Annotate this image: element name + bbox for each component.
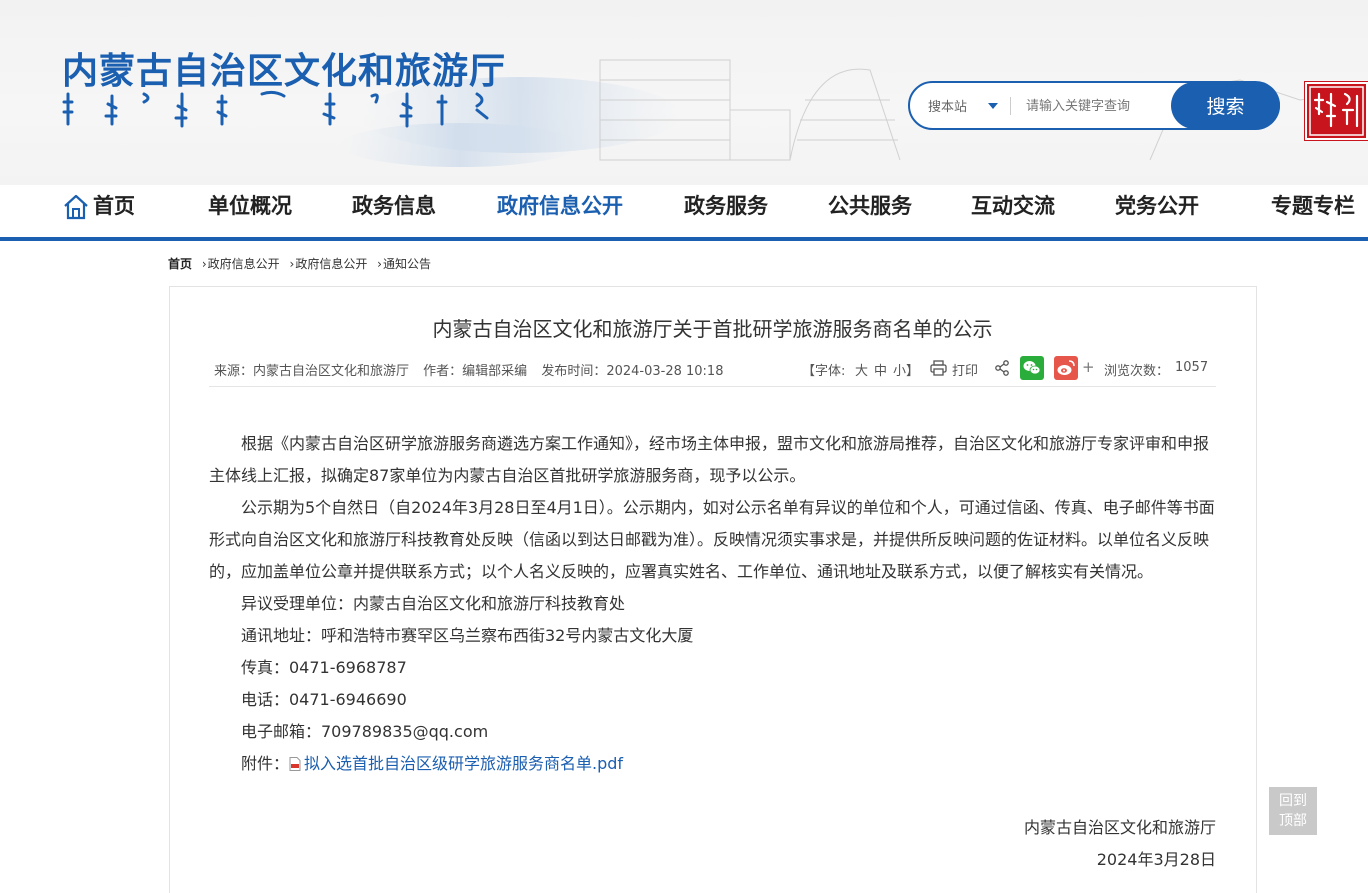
article-paragraph: 根据《内蒙古自治区研学旅游服务商遴选方案工作通知》，经市场主体申报，盟市文化和旅… (209, 434, 1210, 485)
back-to-top-button[interactable]: 回到 顶部 (1269, 787, 1317, 835)
attachment-label: 附件： (241, 754, 290, 773)
nav-item-public-services[interactable]: 公共服务 (828, 186, 912, 226)
breadcrumb-home[interactable]: 首页 (168, 257, 192, 271)
breadcrumb-separator: › (377, 257, 382, 271)
view-count: 1057 (1175, 360, 1209, 375)
printer-icon[interactable] (930, 360, 947, 376)
article-published-time: 发布时间：2024-03-28 10:18 (541, 364, 724, 379)
font-size-label-suffix: 】 (906, 364, 920, 379)
nav-item-info-disclosure[interactable]: 政府信息公开 (497, 186, 623, 226)
search-box: 搜本站 搜索 (908, 81, 1280, 130)
print-link[interactable]: 打印 (952, 360, 978, 379)
article-body: 根据《内蒙古自治区研学旅游服务商遴选方案工作通知》，经市场主体申报，盟市文化和旅… (209, 428, 1219, 780)
font-size-large[interactable]: 大 (855, 360, 868, 379)
search-divider (1010, 97, 1011, 115)
meta-divider (209, 386, 1216, 387)
font-size-small[interactable]: 小 (893, 360, 906, 379)
nav-item-interaction[interactable]: 互动交流 (971, 186, 1055, 226)
chevron-down-icon[interactable] (988, 103, 998, 109)
nav-item-home[interactable]: 首页 (93, 186, 135, 226)
article-signature: 内蒙古自治区文化和旅游厅 2024年3月28日 (1024, 812, 1216, 876)
article-paragraph: 公示期为5个自然日（自2024年3月28日至4月1日）。公示期内，如对公示名单有… (209, 498, 1215, 581)
attachment-row: 附件： 拟入选首批自治区级研学旅游服务商名单.pdf (209, 748, 1219, 780)
share-icon[interactable] (994, 360, 1010, 376)
breadcrumb-separator: › (289, 257, 295, 271)
article-paragraph: 通讯地址：呼和浩特市赛罕区乌兰察布西街32号内蒙古文化大厦 (241, 626, 694, 645)
article-paragraph: 异议受理单位：内蒙古自治区文化和旅游厅科技教育处 (241, 594, 626, 613)
search-scope-select[interactable]: 搜本站 (928, 96, 967, 115)
article-paragraph: 电话：0471-6946690 (241, 690, 407, 709)
nav-item-unit-overview[interactable]: 单位概况 (208, 186, 292, 226)
breadcrumb-item[interactable]: 政府信息公开 (208, 257, 280, 271)
share-more-plus[interactable]: + (1082, 358, 1095, 376)
breadcrumb-item[interactable]: 政府信息公开 (295, 257, 367, 271)
article-title: 内蒙古自治区文化和旅游厅关于首批研学旅游服务商名单的公示 (432, 317, 993, 341)
breadcrumb-item[interactable]: 通知公告 (383, 257, 431, 271)
mongolian-script-logo (62, 90, 489, 128)
back-to-top-line1: 回到 (1279, 793, 1307, 809)
nav-item-government-services[interactable]: 政务服务 (684, 186, 768, 226)
article-meta: 来源：内蒙古自治区文化和旅游厅 作者：编辑部采编 发布时间：2024-03-28… (214, 360, 733, 379)
signature-organization: 内蒙古自治区文化和旅游厅 (1023, 818, 1216, 837)
home-icon[interactable] (62, 193, 90, 221)
back-to-top-line2: 顶部 (1279, 813, 1307, 829)
attachment-link[interactable]: 拟入选首批自治区级研学旅游服务商名单.pdf (304, 754, 623, 773)
search-input[interactable] (1018, 92, 1168, 120)
view-count-label: 浏览次数： (1104, 364, 1170, 379)
nav-item-special-topics[interactable]: 专题专栏 (1271, 186, 1355, 226)
site-header: 内蒙古自治区文化和旅游厅 搜本站 搜索 (0, 0, 1368, 185)
nav-item-party-affairs[interactable]: 党务公开 (1115, 186, 1199, 226)
article-source: 来源：内蒙古自治区文化和旅游厅 (214, 364, 410, 379)
weibo-icon[interactable] (1054, 356, 1078, 380)
signature-date: 2024年3月28日 (1096, 850, 1216, 869)
article-paragraph: 电子邮箱：709789835@qq.com (241, 722, 489, 741)
article-author: 作者：编辑部采编 (423, 364, 528, 379)
font-size-medium[interactable]: 中 (874, 360, 887, 379)
search-button[interactable]: 搜索 (1171, 82, 1280, 129)
pdf-icon[interactable] (289, 757, 301, 771)
seal-logo[interactable] (1305, 82, 1368, 140)
wechat-icon[interactable] (1020, 356, 1044, 380)
site-title[interactable]: 内蒙古自治区文化和旅游厅 (62, 42, 506, 94)
breadcrumb: 首页 ›政府信息公开 ›政府信息公开 ›通知公告 (168, 255, 431, 272)
font-size-label-prefix: 【字体: (802, 364, 846, 379)
article-paragraph: 传真：0471-6968787 (241, 658, 407, 677)
nav-item-government-info[interactable]: 政务信息 (352, 186, 436, 226)
seal-mark-icon (1309, 86, 1364, 136)
breadcrumb-separator: › (201, 257, 207, 271)
